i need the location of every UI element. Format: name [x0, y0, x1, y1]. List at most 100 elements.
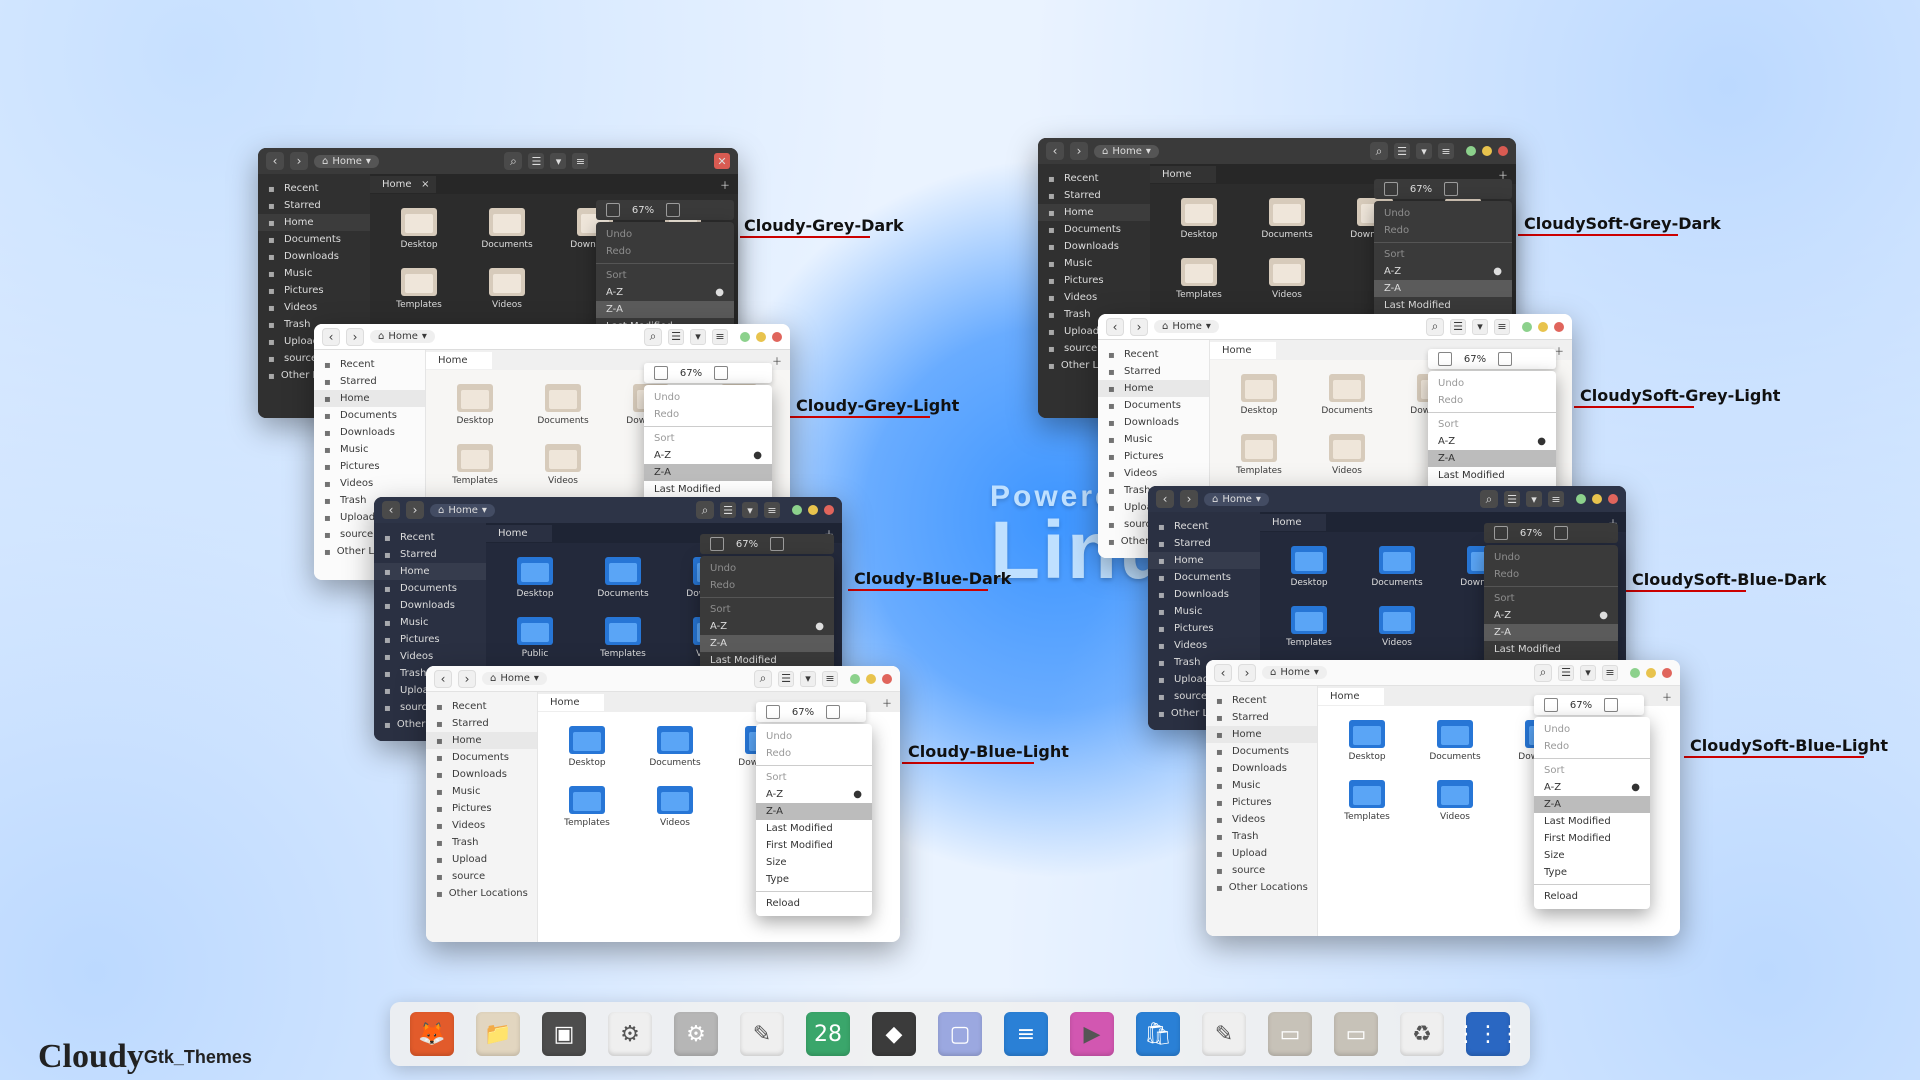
menu-undo[interactable]: Undo [1374, 205, 1512, 222]
close-button[interactable] [1498, 146, 1508, 156]
close-button[interactable] [1608, 494, 1618, 504]
folder-item[interactable]: Videos [478, 268, 536, 310]
breadcrumb[interactable]: ⌂Home▾ [1094, 145, 1159, 158]
menu-sort-za[interactable]: Z-A [1374, 280, 1512, 297]
sidebar-item[interactable]: ▪Downloads [1206, 760, 1317, 777]
folder-item[interactable]: Desktop [1338, 720, 1396, 762]
dock-app-document[interactable]: ≡ [1004, 1012, 1048, 1056]
tab-home[interactable]: Home [538, 694, 604, 711]
search-button[interactable]: ⌕ [1480, 490, 1498, 508]
back-button[interactable]: ‹ [1156, 490, 1174, 508]
tab-home[interactable]: Home [1210, 342, 1276, 359]
sidebar-item[interactable]: ▪Other Locations [426, 885, 537, 902]
view-menu-button[interactable]: ▾ [1526, 491, 1542, 507]
menu-sort-last-modified[interactable]: Last Modified [644, 481, 772, 498]
sidebar-item[interactable]: ▪Documents [426, 749, 537, 766]
sidebar-item[interactable]: ▪Starred [1098, 363, 1209, 380]
sidebar-item[interactable]: ▪Pictures [1098, 448, 1209, 465]
menu-undo[interactable]: Undo [700, 560, 834, 577]
breadcrumb[interactable]: ⌂Home▾ [1262, 666, 1327, 679]
sidebar-item[interactable]: ▪Starred [258, 197, 370, 214]
sidebar-item[interactable]: ▪Other Locations [1206, 879, 1317, 896]
zoom-in-button[interactable] [1554, 526, 1568, 540]
sidebar-item[interactable]: ▪Music [1148, 603, 1260, 620]
sidebar-item[interactable]: ▪Documents [1038, 221, 1150, 238]
menu-undo[interactable]: Undo [596, 226, 734, 243]
sidebar-item[interactable]: ▪Documents [258, 231, 370, 248]
menu-undo[interactable]: Undo [1484, 549, 1618, 566]
sidebar-item[interactable]: ▪Starred [314, 373, 425, 390]
folder-item[interactable]: Documents [646, 726, 704, 768]
hamburger-button[interactable]: ≡ [572, 153, 588, 169]
folder-item[interactable]: Desktop [558, 726, 616, 768]
back-button[interactable]: ‹ [434, 670, 452, 688]
search-button[interactable]: ⌕ [644, 328, 662, 346]
close-button[interactable]: ✕ [714, 153, 730, 169]
folder-item[interactable]: Templates [1280, 606, 1338, 648]
sidebar-item[interactable]: ▪Home [374, 563, 486, 580]
dock-app-terminal[interactable]: ▣ [542, 1012, 586, 1056]
sidebar-item[interactable]: ▪Music [426, 783, 537, 800]
menu-sort-az[interactable]: A-Z● [700, 618, 834, 635]
menu-sort-type[interactable]: Type [1534, 864, 1650, 881]
view-list-button[interactable]: ☰ [1394, 143, 1410, 159]
dock-app-calendar[interactable]: 28 [806, 1012, 850, 1056]
menu-undo[interactable]: Undo [756, 728, 872, 745]
folder-item[interactable]: Documents [1426, 720, 1484, 762]
sidebar-item[interactable]: ▪Pictures [1148, 620, 1260, 637]
maximize-button[interactable] [1538, 322, 1548, 332]
folder-item[interactable]: Documents [594, 557, 652, 599]
folder-item[interactable]: Desktop [390, 208, 448, 250]
new-tab-button[interactable]: ＋ [1654, 689, 1680, 704]
sidebar-item[interactable]: ▪Upload [1206, 845, 1317, 862]
menu-redo[interactable]: Redo [596, 243, 734, 260]
menu-reload[interactable]: Reload [756, 895, 872, 912]
zoom-out-button[interactable] [1544, 698, 1558, 712]
sidebar-item[interactable]: ▪Pictures [1206, 794, 1317, 811]
menu-sort-type[interactable]: Type [756, 871, 872, 888]
folder-item[interactable]: Public [506, 617, 564, 659]
view-list-button[interactable]: ☰ [668, 329, 684, 345]
sidebar-item[interactable]: ▪Music [1038, 255, 1150, 272]
sidebar-item[interactable]: ▪Downloads [1148, 586, 1260, 603]
menu-sort-last-modified[interactable]: Last Modified [1534, 813, 1650, 830]
sidebar-item[interactable]: ▪Videos [374, 648, 486, 665]
folder-item[interactable]: Desktop [446, 384, 504, 426]
hamburger-button[interactable]: ≡ [1438, 143, 1454, 159]
sidebar-item[interactable]: ▪Videos [258, 299, 370, 316]
menu-sort-first-modified[interactable]: First Modified [1534, 830, 1650, 847]
folder-item[interactable]: Templates [390, 268, 448, 310]
sidebar-item[interactable]: ▪Music [314, 441, 425, 458]
zoom-in-button[interactable] [714, 366, 728, 380]
folder-item[interactable]: Documents [1258, 198, 1316, 240]
minimize-button[interactable] [1466, 146, 1476, 156]
dock-app-trash[interactable]: ♻ [1400, 1012, 1444, 1056]
back-button[interactable]: ‹ [1046, 142, 1064, 160]
close-button[interactable] [824, 505, 834, 515]
menu-sort-az[interactable]: A-Z● [1484, 607, 1618, 624]
sidebar-item[interactable]: ▪Recent [1206, 692, 1317, 709]
sidebar-item[interactable]: ▪Home [1098, 380, 1209, 397]
close-button[interactable] [772, 332, 782, 342]
maximize-button[interactable] [866, 674, 876, 684]
folder-item[interactable]: Videos [1426, 780, 1484, 822]
menu-redo[interactable]: Redo [1534, 738, 1650, 755]
zoom-out-button[interactable] [1494, 526, 1508, 540]
hamburger-button[interactable]: ≡ [1494, 319, 1510, 335]
sidebar-item[interactable]: ▪Starred [374, 546, 486, 563]
forward-button[interactable]: › [1070, 142, 1088, 160]
sidebar-item[interactable]: ▪Recent [374, 529, 486, 546]
forward-button[interactable]: › [346, 328, 364, 346]
tab-home[interactable]: Home [1150, 166, 1216, 183]
view-menu-button[interactable]: ▾ [1472, 319, 1488, 335]
sidebar-item[interactable]: ▪Music [258, 265, 370, 282]
view-menu-button[interactable]: ▾ [1580, 665, 1596, 681]
sidebar-item[interactable]: ▪Home [426, 732, 537, 749]
sidebar-item[interactable]: ▪Downloads [1098, 414, 1209, 431]
forward-button[interactable]: › [458, 670, 476, 688]
folder-item[interactable]: Videos [1368, 606, 1426, 648]
folder-item[interactable]: Desktop [1280, 546, 1338, 588]
sidebar-item[interactable]: ▪Pictures [374, 631, 486, 648]
breadcrumb[interactable]: ⌂Home▾ [1204, 493, 1269, 506]
sidebar-item[interactable]: ▪Videos [1206, 811, 1317, 828]
